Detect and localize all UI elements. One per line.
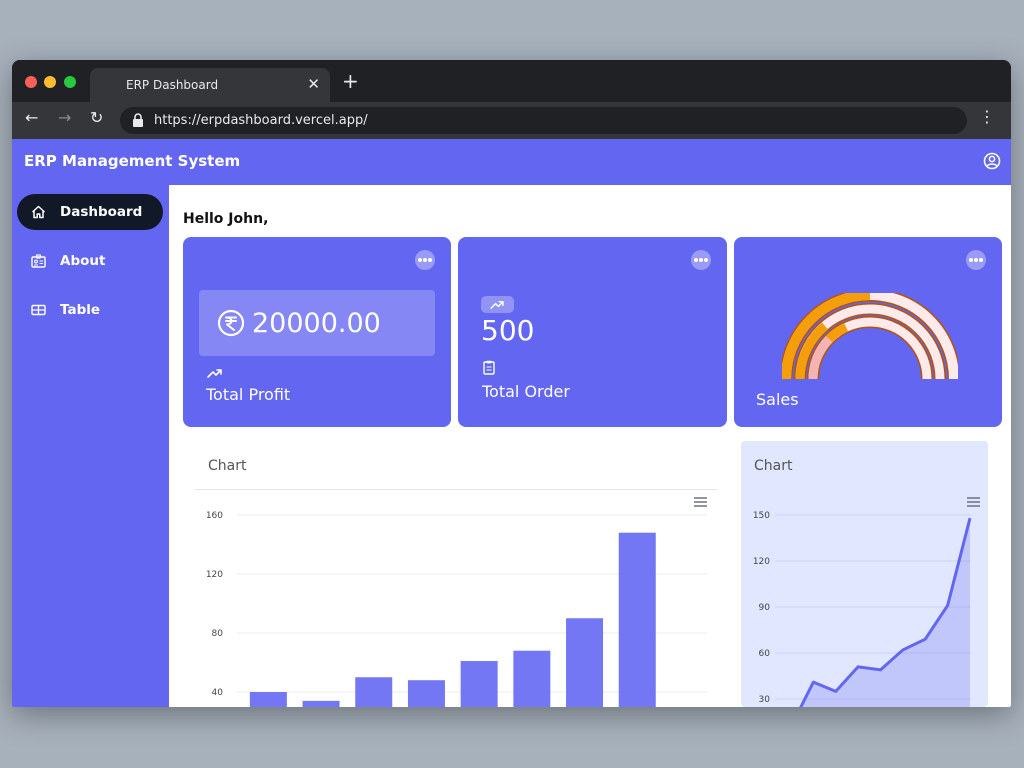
tab-close-icon[interactable]: ✕ [307,75,320,93]
more-options-icon[interactable] [691,250,711,270]
new-tab-button[interactable]: + [342,71,359,91]
profit-value: 20000.00 [252,308,381,339]
profit-label: Total Profit [206,385,291,404]
y-tick-label: 40 [212,688,224,698]
order-value: 500 [481,314,535,347]
home-icon [31,205,46,219]
lock-icon [133,113,143,127]
sales-gauge-chart [782,293,958,380]
app-title: ERP Management System [24,152,241,170]
account-circle-icon[interactable] [983,152,1001,170]
bar-chart: 40 80 120 160 [206,511,707,707]
browser-toolbar: ← → ↻ https://erpdashboard.vercel.app/ ⋮ [12,102,1011,139]
browser-window: ERP Dashboard ✕ + ← → ↻ https://erpdashb… [12,60,1011,707]
forward-arrow-icon[interactable]: → [58,110,71,126]
browser-menu-icon[interactable]: ⋮ [979,109,995,125]
sidebar-item-label: About [60,253,106,269]
y-tick-label: 150 [753,511,770,521]
y-tick-label: 160 [206,511,223,521]
back-arrow-icon[interactable]: ← [25,110,38,126]
minimize-window-button[interactable] [44,76,56,88]
sidebar-item-about[interactable]: About [17,243,163,279]
y-tick-label: 90 [759,603,771,613]
bar [618,532,656,707]
sidebar-item-label: Table [60,302,101,318]
sales-label: Sales [756,390,799,409]
sidebar-item-label: Dashboard [60,204,143,220]
trending-up-icon [490,301,504,309]
bar [513,650,551,707]
sidebar-item-dashboard[interactable]: Dashboard [17,194,163,230]
y-tick-label: 80 [212,629,224,639]
bar-chart-card: Chart 40 80 120 160 [195,441,717,707]
bar [355,677,393,707]
bar [407,680,445,707]
address-bar[interactable]: https://erpdashboard.vercel.app/ [120,107,967,134]
profit-value-box: 20000.00 [199,290,435,356]
reload-icon[interactable]: ↻ [90,110,103,126]
main-panel: Hello John, 20000.00 Total Profit 500 To… [169,185,1011,707]
bar [302,700,340,707]
order-card: 500 Total Order [458,237,727,427]
rupee-icon [217,309,245,337]
profit-card: 20000.00 Total Profit [183,237,451,427]
url-text[interactable]: https://erpdashboard.vercel.app/ [154,113,368,128]
tab-title: ERP Dashboard [126,78,219,92]
clipboard-icon [483,360,495,375]
trending-up-icon [207,369,222,378]
id-card-icon [31,254,46,268]
trend-badge [481,296,514,313]
bar [460,661,498,707]
browser-tab[interactable]: ERP Dashboard ✕ [90,68,330,102]
y-tick-label: 120 [206,570,223,580]
tab-bar: ERP Dashboard ✕ + [12,60,1011,102]
close-window-button[interactable] [25,76,37,88]
app-header: ERP Management System [12,139,1011,185]
sidebar: Dashboard About Table [12,185,169,707]
bar [566,618,604,707]
table-icon [31,304,46,316]
sidebar-item-table[interactable]: Table [17,292,163,328]
greeting: Hello John, [183,211,269,227]
y-tick-label: 60 [759,649,771,659]
page-content: ERP Management System Dashboard About Ta… [12,139,1011,707]
y-tick-label: 120 [753,557,770,567]
bar [249,692,287,707]
more-options-icon[interactable] [966,250,986,270]
area-chart: 30 60 90 120 150 [753,511,972,707]
more-options-icon[interactable] [415,250,435,270]
sales-card: Sales [734,237,1002,427]
maximize-window-button[interactable] [64,76,76,88]
order-label: Total Order [482,382,570,401]
area-chart-card: Chart 30 60 90 120 150 [741,441,988,707]
y-tick-label: 30 [759,695,771,705]
